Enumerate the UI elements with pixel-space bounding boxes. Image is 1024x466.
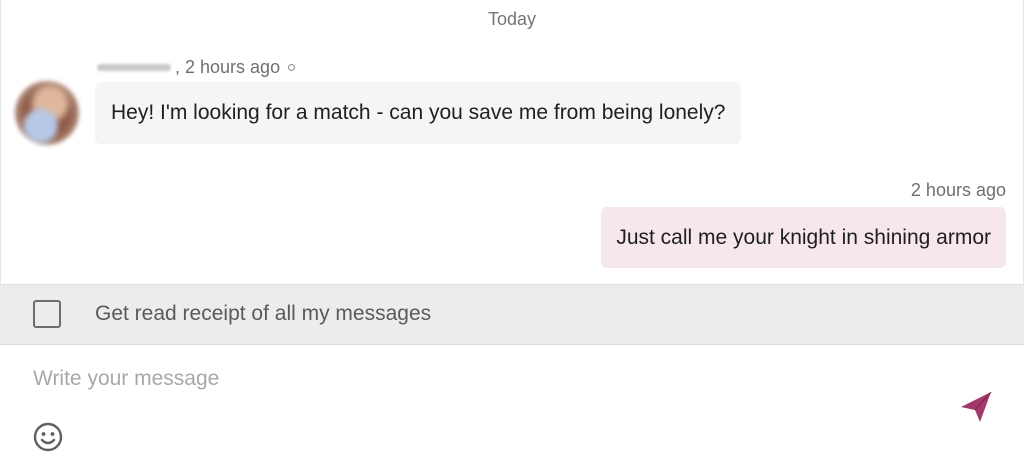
- smiley-icon[interactable]: [32, 421, 64, 453]
- chat-area: Today , 2 hours ago Hey! I'm looking for…: [0, 0, 1024, 284]
- day-separator: Today: [487, 9, 537, 29]
- sender-avatar[interactable]: [15, 81, 79, 145]
- paper-plane-send-icon[interactable]: [958, 389, 994, 425]
- read-receipt-label[interactable]: Get read receipt of all my messages: [95, 302, 431, 326]
- read-receipt-bar: Get read receipt of all my messages: [0, 284, 1024, 345]
- outgoing-message-time: 2 hours ago: [910, 180, 1006, 200]
- sender-name-redacted: [97, 64, 171, 71]
- incoming-message-time: , 2 hours ago: [175, 57, 281, 77]
- read-receipt-checkbox[interactable]: [33, 300, 61, 328]
- message-composer: [0, 345, 1024, 466]
- outgoing-message-bubble: Just call me your knight in shining armo…: [601, 207, 1006, 268]
- delivery-status-icon: [288, 64, 296, 71]
- message-input[interactable]: [33, 365, 913, 393]
- incoming-message-bubble: Hey! I'm looking for a match - can you s…: [95, 82, 742, 144]
- incoming-message-meta: , 2 hours ago: [97, 57, 296, 78]
